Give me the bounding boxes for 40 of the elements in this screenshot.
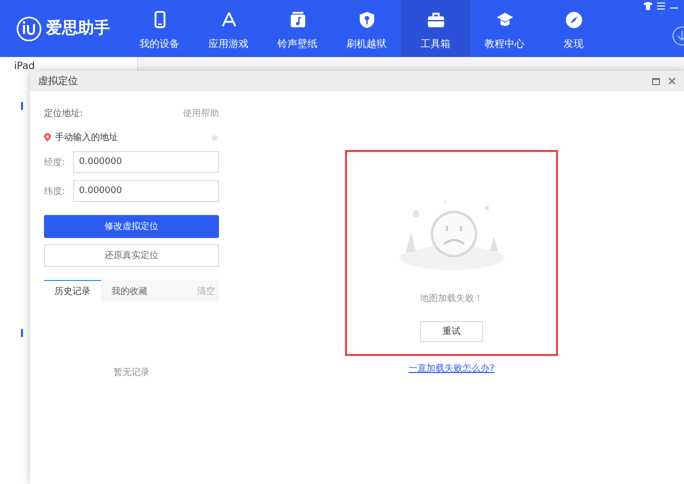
dialog-title: 虚拟定位 (38, 74, 79, 88)
coordinate-field[interactable]: 0.000000 (73, 151, 219, 173)
help-link[interactable]: 使用帮助 (183, 107, 219, 120)
graduation-cap-icon (496, 10, 514, 28)
nav-tab[interactable]: 应用游戏 (194, 0, 263, 57)
coordinate-field[interactable]: 0.000000 (73, 180, 219, 202)
nav-tab[interactable]: 我的设备 (125, 0, 194, 57)
nav-tab[interactable]: 铃声壁纸 (263, 0, 332, 57)
section-marker (21, 329, 23, 337)
device-name: iPad (14, 61, 35, 72)
list-tab[interactable]: 我的收藏 (101, 280, 158, 302)
close-icon[interactable] (668, 77, 676, 85)
address-label: 定位地址: (44, 108, 84, 120)
nav-tab[interactable]: 教程中心 (470, 0, 539, 57)
list-tab[interactable]: 历史记录 (44, 280, 101, 302)
retry-button[interactable]: 重试 (420, 321, 483, 342)
compass-icon (564, 10, 582, 28)
menu-icon[interactable] (657, 2, 665, 10)
empty-message: 暂无记录 (112, 366, 150, 379)
error-message: 地图加载失败！ (420, 292, 483, 305)
music-icon (288, 10, 306, 28)
nav-tab[interactable]: 刷机越狱 (332, 0, 401, 57)
help-link[interactable]: 一直加载失败怎么办? (408, 362, 494, 375)
app-store-icon (220, 10, 238, 28)
modify-location-button[interactable]: 修改虚拟定位 (44, 215, 219, 238)
nav-tab[interactable]: 发现 (539, 0, 608, 57)
restore-location-button[interactable]: 还原真实定位 (44, 244, 219, 267)
shield-icon (358, 10, 376, 28)
skin-icon[interactable] (644, 2, 652, 10)
toolbox-icon (426, 10, 444, 28)
location-pin-icon (44, 133, 51, 142)
nav-tab[interactable]: 工具箱 (401, 0, 470, 57)
address-text: 手动输入的地址 (55, 132, 119, 144)
app-logo-text: 爱思助手 (46, 18, 110, 39)
section-marker (21, 102, 23, 110)
logo-icon (16, 16, 42, 42)
restore-icon[interactable] (652, 77, 660, 85)
star-icon[interactable] (210, 133, 219, 142)
field-label: 纬度: (44, 186, 66, 198)
field-label: 经度: (44, 156, 66, 168)
